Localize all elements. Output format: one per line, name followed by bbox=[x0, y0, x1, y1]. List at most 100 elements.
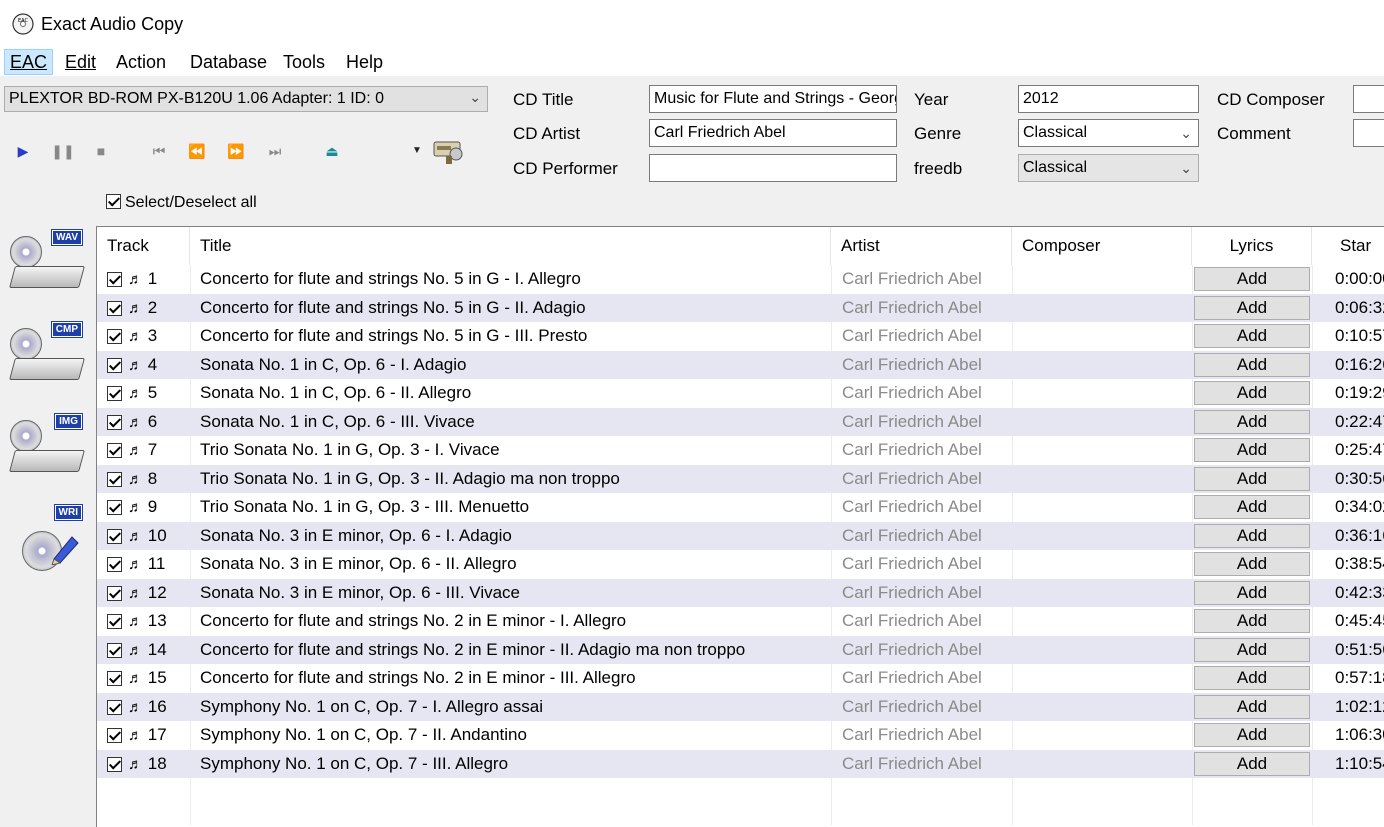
track-composer[interactable] bbox=[1022, 465, 1182, 493]
add-lyrics-button[interactable]: Add bbox=[1194, 466, 1310, 491]
table-row[interactable]: ♬ 12 Sonata No. 3 in E minor, Op. 6 - III… bbox=[97, 578, 1384, 607]
track-checkbox[interactable] bbox=[107, 500, 122, 516]
track-title[interactable]: Concerto for flute and strings No. 5 in … bbox=[200, 294, 586, 322]
add-lyrics-button[interactable]: Add bbox=[1194, 352, 1310, 377]
add-lyrics-button[interactable]: Add bbox=[1194, 666, 1310, 690]
track-title[interactable]: Symphony No. 1 on C, Op. 7 - II. Andanti… bbox=[200, 721, 527, 749]
track-checkbox[interactable] bbox=[107, 300, 122, 316]
track-title[interactable]: Sonata No. 1 in C, Op. 6 - III. Vivace bbox=[200, 408, 475, 436]
track-checkbox[interactable] bbox=[107, 471, 122, 487]
table-row[interactable]: ♬ 14 Concerto for flute and strings No. 2… bbox=[97, 635, 1384, 664]
track-composer[interactable] bbox=[1022, 750, 1182, 778]
menu-eac[interactable]: EAC bbox=[4, 49, 54, 75]
track-composer[interactable] bbox=[1022, 721, 1182, 749]
track-composer[interactable] bbox=[1022, 550, 1182, 578]
add-lyrics-button[interactable]: Add bbox=[1194, 295, 1310, 320]
table-row[interactable]: ♬ 16 Symphony No. 1 on C, Op. 7 - I. Alle… bbox=[97, 692, 1384, 721]
track-checkbox[interactable] bbox=[107, 699, 122, 715]
track-artist[interactable]: Carl Friedrich Abel bbox=[842, 322, 982, 350]
track-title[interactable]: Sonata No. 3 in E minor, Op. 6 - III. Vi… bbox=[200, 579, 520, 607]
comment-field[interactable] bbox=[1353, 119, 1384, 147]
track-title[interactable]: Sonata No. 1 in C, Op. 6 - I. Adagio bbox=[200, 351, 467, 379]
track-artist[interactable]: Carl Friedrich Abel bbox=[842, 351, 982, 379]
track-artist[interactable]: Carl Friedrich Abel bbox=[842, 265, 982, 293]
add-lyrics-button[interactable]: Add bbox=[1194, 751, 1310, 776]
add-lyrics-button[interactable]: Add bbox=[1194, 324, 1310, 348]
table-row[interactable]: ♬ 13 Concerto for flute and strings No. 2… bbox=[97, 607, 1384, 635]
track-checkbox[interactable] bbox=[107, 585, 122, 601]
track-artist[interactable]: Carl Friedrich Abel bbox=[842, 294, 982, 322]
track-composer[interactable] bbox=[1022, 579, 1182, 607]
pause-icon[interactable]: ❚❚ bbox=[50, 138, 76, 164]
table-row[interactable]: ♬ 17 Symphony No. 1 on C, Op. 7 - II. And… bbox=[97, 721, 1384, 749]
track-title[interactable]: Sonata No. 1 in C, Op. 6 - II. Allegro bbox=[200, 379, 471, 407]
add-lyrics-button[interactable]: Add bbox=[1194, 409, 1310, 434]
track-title[interactable]: Trio Sonata No. 1 in G, Op. 3 - II. Adag… bbox=[200, 465, 620, 493]
track-checkbox[interactable] bbox=[107, 756, 122, 772]
track-composer[interactable] bbox=[1022, 322, 1182, 350]
track-artist[interactable]: Carl Friedrich Abel bbox=[842, 664, 982, 692]
cd-artist-field[interactable]: Carl Friedrich Abel bbox=[649, 119, 897, 147]
copy-compressed-button[interactable]: CMP bbox=[8, 322, 86, 392]
track-artist[interactable]: Carl Friedrich Abel bbox=[842, 693, 982, 721]
menu-tools[interactable]: Tools bbox=[278, 50, 330, 74]
table-row[interactable]: ♬ 18 Symphony No. 1 on C, Op. 7 - III. Al… bbox=[97, 749, 1384, 778]
track-artist[interactable]: Carl Friedrich Abel bbox=[842, 436, 982, 464]
cd-composer-field[interactable] bbox=[1353, 85, 1384, 113]
add-lyrics-button[interactable]: Add bbox=[1194, 694, 1310, 719]
table-row[interactable]: ♬ 4 Sonata No. 1 in C, Op. 6 - I. Adagio C… bbox=[97, 350, 1384, 379]
add-lyrics-button[interactable]: Add bbox=[1194, 580, 1310, 605]
column-header-start[interactable]: Star bbox=[1312, 227, 1384, 265]
track-artist[interactable]: Carl Friedrich Abel bbox=[842, 607, 982, 635]
copy-image-button[interactable]: IMG bbox=[8, 414, 86, 484]
add-lyrics-button[interactable]: Add bbox=[1194, 552, 1310, 576]
table-row[interactable]: ♬ 9 Trio Sonata No. 1 in G, Op. 3 - III. … bbox=[97, 493, 1384, 521]
track-artist[interactable]: Carl Friedrich Abel bbox=[842, 636, 982, 664]
add-lyrics-button[interactable]: Add bbox=[1194, 637, 1310, 662]
track-checkbox[interactable] bbox=[107, 671, 122, 687]
menu-action[interactable]: Action bbox=[111, 50, 171, 74]
add-lyrics-button[interactable]: Add bbox=[1194, 495, 1310, 519]
next-track-icon[interactable]: ⏭ bbox=[262, 138, 288, 164]
column-header-track[interactable]: Track bbox=[97, 227, 190, 265]
track-checkbox[interactable] bbox=[107, 386, 122, 402]
track-composer[interactable] bbox=[1022, 379, 1182, 407]
add-lyrics-button[interactable]: Add bbox=[1194, 381, 1310, 405]
track-checkbox[interactable] bbox=[107, 329, 122, 345]
track-composer[interactable] bbox=[1022, 664, 1182, 692]
add-lyrics-button[interactable]: Add bbox=[1194, 267, 1310, 291]
column-header-composer[interactable]: Composer bbox=[1012, 227, 1192, 265]
track-title[interactable]: Trio Sonata No. 1 in G, Op. 3 - III. Men… bbox=[200, 493, 529, 521]
table-row[interactable]: ♬ 8 Trio Sonata No. 1 in G, Op. 3 - II. A… bbox=[97, 464, 1384, 493]
genre-select[interactable]: Classical ⌄ bbox=[1018, 119, 1199, 147]
track-checkbox[interactable] bbox=[107, 443, 122, 459]
track-artist[interactable]: Carl Friedrich Abel bbox=[842, 493, 982, 521]
track-title[interactable]: Concerto for flute and strings No. 2 in … bbox=[200, 607, 626, 635]
track-checkbox[interactable] bbox=[107, 528, 122, 544]
track-checkbox[interactable] bbox=[107, 557, 122, 573]
track-composer[interactable] bbox=[1022, 436, 1182, 464]
cd-title-field[interactable]: Music for Flute and Strings - Georg bbox=[649, 85, 897, 113]
track-title[interactable]: Sonata No. 3 in E minor, Op. 6 - I. Adag… bbox=[200, 522, 512, 550]
add-lyrics-button[interactable]: Add bbox=[1194, 723, 1310, 747]
fast-forward-icon[interactable]: ⏩ bbox=[223, 138, 249, 164]
track-title[interactable]: Symphony No. 1 on C, Op. 7 - I. Allegro … bbox=[200, 693, 543, 721]
table-row[interactable]: ♬ 6 Sonata No. 1 in C, Op. 6 - III. Vivac… bbox=[97, 407, 1384, 436]
track-title[interactable]: Concerto for flute and strings No. 5 in … bbox=[200, 322, 587, 350]
table-row[interactable]: ♬ 11 Sonata No. 3 in E minor, Op. 6 - II.… bbox=[97, 550, 1384, 578]
rewind-icon[interactable]: ⏪ bbox=[184, 138, 210, 164]
track-composer[interactable] bbox=[1022, 294, 1182, 322]
track-artist[interactable]: Carl Friedrich Abel bbox=[842, 550, 982, 578]
track-composer[interactable] bbox=[1022, 636, 1182, 664]
table-row[interactable]: ♬ 2 Concerto for flute and strings No. 5 … bbox=[97, 293, 1384, 322]
track-composer[interactable] bbox=[1022, 522, 1182, 550]
track-composer[interactable] bbox=[1022, 351, 1182, 379]
track-artist[interactable]: Carl Friedrich Abel bbox=[842, 522, 982, 550]
track-artist[interactable]: Carl Friedrich Abel bbox=[842, 750, 982, 778]
track-title[interactable]: Symphony No. 1 on C, Op. 7 - III. Allegr… bbox=[200, 750, 508, 778]
table-row[interactable]: ♬ 3 Concerto for flute and strings No. 5 … bbox=[97, 322, 1384, 350]
column-header-title[interactable]: Title bbox=[190, 227, 831, 265]
track-checkbox[interactable] bbox=[107, 414, 122, 430]
track-artist[interactable]: Carl Friedrich Abel bbox=[842, 465, 982, 493]
track-composer[interactable] bbox=[1022, 265, 1182, 293]
